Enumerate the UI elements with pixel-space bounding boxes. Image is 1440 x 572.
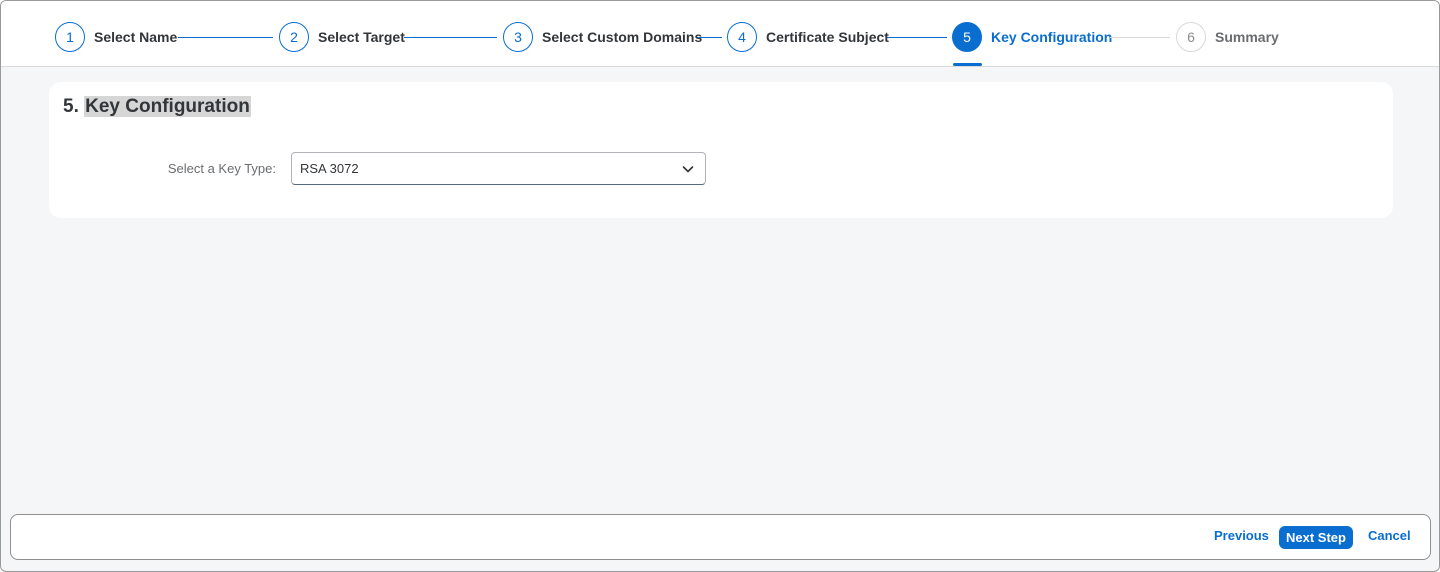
step-connector bbox=[178, 37, 273, 38]
wizard-footer: Previous Next Step Cancel bbox=[10, 514, 1431, 560]
current-step-indicator bbox=[953, 63, 982, 66]
wizard-step-1[interactable]: 1 Select Name bbox=[55, 22, 177, 52]
section-title-text: Key Configuration bbox=[84, 96, 251, 117]
step-label: Select Custom Domains bbox=[542, 29, 703, 45]
step-connector bbox=[698, 37, 722, 38]
step-number-circle: 4 bbox=[727, 22, 757, 52]
step-connector bbox=[404, 37, 497, 38]
section-number: 5. bbox=[63, 96, 79, 117]
cancel-button[interactable]: Cancel bbox=[1368, 528, 1411, 543]
key-type-label: Select a Key Type: bbox=[167, 161, 276, 176]
wizard-progress-bar: 1 Select Name 2 Select Target 3 Select C… bbox=[1, 1, 1439, 67]
key-configuration-card: 5. Key Configuration Select a Key Type: … bbox=[49, 82, 1393, 218]
section-title: 5. Key Configuration bbox=[63, 96, 251, 118]
wizard-dialog: 1 Select Name 2 Select Target 3 Select C… bbox=[0, 0, 1440, 572]
wizard-step-5[interactable]: 5 Key Configuration bbox=[952, 22, 1112, 52]
step-connector bbox=[887, 37, 947, 38]
step-label: Summary bbox=[1215, 29, 1279, 45]
previous-button[interactable]: Previous bbox=[1214, 528, 1269, 543]
step-number-circle: 5 bbox=[952, 22, 982, 52]
chevron-down-icon bbox=[682, 166, 694, 173]
step-number-circle: 2 bbox=[279, 22, 309, 52]
step-connector bbox=[1110, 37, 1170, 38]
key-type-selected-value: RSA 3072 bbox=[300, 161, 359, 176]
next-step-button[interactable]: Next Step bbox=[1279, 526, 1353, 549]
step-label: Select Target bbox=[318, 29, 405, 45]
step-label: Select Name bbox=[94, 29, 178, 45]
step-number-circle: 1 bbox=[55, 22, 85, 52]
key-type-select[interactable]: RSA 3072 bbox=[291, 152, 706, 185]
step-label: Key Configuration bbox=[991, 29, 1113, 45]
wizard-step-3[interactable]: 3 Select Custom Domains bbox=[503, 22, 702, 52]
step-label: Certificate Subject bbox=[766, 29, 889, 45]
wizard-step-2[interactable]: 2 Select Target bbox=[279, 22, 405, 52]
wizard-step-6[interactable]: 6 Summary bbox=[1176, 22, 1279, 52]
step-number-circle: 3 bbox=[503, 22, 533, 52]
wizard-step-4[interactable]: 4 Certificate Subject bbox=[727, 22, 889, 52]
step-number-circle: 6 bbox=[1176, 22, 1206, 52]
